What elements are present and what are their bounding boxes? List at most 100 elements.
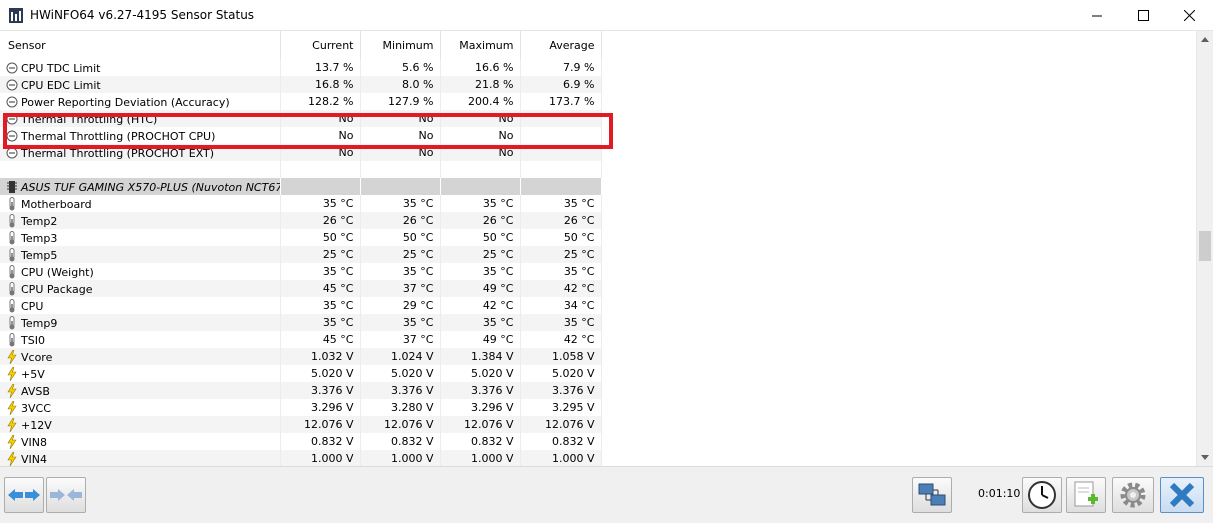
value-current: 25 °C [280,246,361,263]
table-row[interactable]: Power Reporting Deviation (Accuracy) 128.… [0,93,602,110]
table-row[interactable]: Thermal Throttling (PROCHOT EXT) No No No [0,144,602,161]
table-row[interactable]: CPU EDC Limit 16.8 % 8.0 % 21.8 % 6.9 % [0,76,602,93]
circle-minus-icon [6,130,21,143]
add-report-button[interactable] [1066,477,1106,513]
table-row[interactable]: CPU (Weight) 35 °C 35 °C 35 °C 35 °C [0,263,602,280]
table-row[interactable]: +12V 12.076 V 12.076 V 12.076 V 12.076 V [0,416,602,433]
sensor-name-cell: Temp3 [0,229,281,246]
table-row[interactable]: VIN8 0.832 V 0.832 V 0.832 V 0.832 V [0,433,602,450]
network-button[interactable] [912,477,952,513]
sensor-name: Temp3 [21,231,58,245]
value-maximum: 42 °C [440,297,521,314]
table-row[interactable]: TSI0 45 °C 37 °C 49 °C 42 °C [0,331,602,348]
value-maximum: 12.076 V [440,416,521,433]
value-current: 35 °C [280,314,361,331]
value-maximum: 21.8 % [440,76,521,93]
scrollbar-thumb[interactable] [1199,231,1211,261]
value-current: 1.000 V [280,450,361,466]
sensor-name-cell: VIN8 [0,433,281,450]
value-average: 34 °C [520,297,602,314]
sensor-name: AVSB [21,384,50,398]
maximize-button[interactable] [1120,0,1166,31]
minimize-button[interactable] [1074,0,1120,31]
column-header-minimum[interactable]: Minimum [360,31,441,59]
sensor-table: Sensor Current Minimum Maximum Average C… [0,31,602,466]
table-row[interactable]: +5V 5.020 V 5.020 V 5.020 V 5.020 V [0,365,602,382]
sensor-name-cell: CPU EDC Limit [0,76,281,93]
sensor-name: CPU EDC Limit [21,78,101,92]
value-current: 45 °C [280,280,361,297]
value-current: 35 °C [280,297,361,314]
table-row[interactable]: Temp2 26 °C 26 °C 26 °C 26 °C [0,212,602,229]
thermometer-icon [6,247,21,262]
value-minimum: No [360,144,441,161]
lightning-icon [6,366,21,381]
thermometer-icon [6,281,21,296]
close-sensors-button[interactable] [1160,477,1204,513]
value-minimum: 1.024 V [360,348,441,365]
scroll-down-button[interactable] [1197,449,1213,466]
column-header-maximum[interactable]: Maximum [440,31,521,59]
sensor-name-cell: CPU [0,297,281,314]
sensor-table-area[interactable]: Sensor Current Minimum Maximum Average C… [0,31,1196,466]
column-header-sensor[interactable]: Sensor [0,31,281,59]
sensor-name-cell: Temp9 [0,314,281,331]
table-row[interactable]: CPU Package 45 °C 37 °C 49 °C 42 °C [0,280,602,297]
table-row[interactable]: Temp5 25 °C 25 °C 25 °C 25 °C [0,246,602,263]
sensor-name-cell: +12V [0,416,281,433]
table-row[interactable]: Vcore 1.032 V 1.024 V 1.384 V 1.058 V [0,348,602,365]
value-minimum: 5.6 % [360,59,441,76]
table-row[interactable]: AVSB 3.376 V 3.376 V 3.376 V 3.376 V [0,382,602,399]
scroll-up-button[interactable] [1197,31,1213,48]
sensor-name: TSI0 [21,333,45,347]
value-maximum: 200.4 % [440,93,521,110]
value-current: 16.8 % [280,76,361,93]
value-minimum: 35 °C [360,195,441,212]
close-window-button[interactable] [1166,0,1212,31]
close-icon [1183,10,1195,21]
value-minimum: 3.280 V [360,399,441,416]
thermometer-icon [6,298,21,313]
value-minimum: 1.000 V [360,450,441,466]
clock-button[interactable] [1022,477,1062,513]
table-row[interactable]: 3VCC 3.296 V 3.280 V 3.296 V 3.295 V [0,399,602,416]
circle-minus-icon [6,147,21,160]
sensor-name: Thermal Throttling (PROCHOT CPU) [21,129,216,143]
circle-minus-icon [6,62,21,75]
value-current: 5.020 V [280,365,361,382]
column-header-average[interactable]: Average [520,31,602,59]
value-maximum: 5.020 V [440,365,521,382]
value-maximum: 3.296 V [440,399,521,416]
sensor-name-cell: Power Reporting Deviation (Accuracy) [0,93,281,110]
table-row[interactable]: Temp3 50 °C 50 °C 50 °C 50 °C [0,229,602,246]
group-name-cell: ASUS TUF GAMING X570-PLUS (Nuvoton NCT67… [0,178,281,195]
value-average: 50 °C [520,229,602,246]
value-minimum: 0.832 V [360,433,441,450]
table-row[interactable]: CPU 35 °C 29 °C 42 °C 34 °C [0,297,602,314]
empty-cell [0,161,281,178]
column-header-current[interactable]: Current [280,31,361,59]
collapse-arrows-button[interactable] [46,477,86,513]
table-row[interactable]: Thermal Throttling (HTC) No No No [0,110,602,127]
table-row[interactable]: Temp9 35 °C 35 °C 35 °C 35 °C [0,314,602,331]
table-row[interactable]: Motherboard 35 °C 35 °C 35 °C 35 °C [0,195,602,212]
expand-arrows-button[interactable] [4,477,44,513]
value-minimum: 26 °C [360,212,441,229]
value-maximum: 25 °C [440,246,521,263]
sensor-group-header[interactable]: ASUS TUF GAMING X570-PLUS (Nuvoton NCT67… [0,178,602,195]
settings-button[interactable] [1112,477,1154,513]
table-row[interactable]: CPU TDC Limit 13.7 % 5.6 % 16.6 % 7.9 % [0,59,602,76]
sensor-name-cell: Temp2 [0,212,281,229]
value-current: 45 °C [280,331,361,348]
value-average: 173.7 % [520,93,602,110]
sensor-name: Temp9 [21,316,58,330]
table-row[interactable]: VIN4 1.000 V 1.000 V 1.000 V 1.000 V [0,450,602,466]
value-maximum: 50 °C [440,229,521,246]
close-x-icon [1169,482,1195,508]
vertical-scrollbar[interactable] [1196,31,1213,466]
value-maximum: No [440,110,521,127]
value-current: No [280,144,361,161]
value-minimum: 35 °C [360,314,441,331]
value-current: 0.832 V [280,433,361,450]
table-row[interactable]: Thermal Throttling (PROCHOT CPU) No No No [0,127,602,144]
